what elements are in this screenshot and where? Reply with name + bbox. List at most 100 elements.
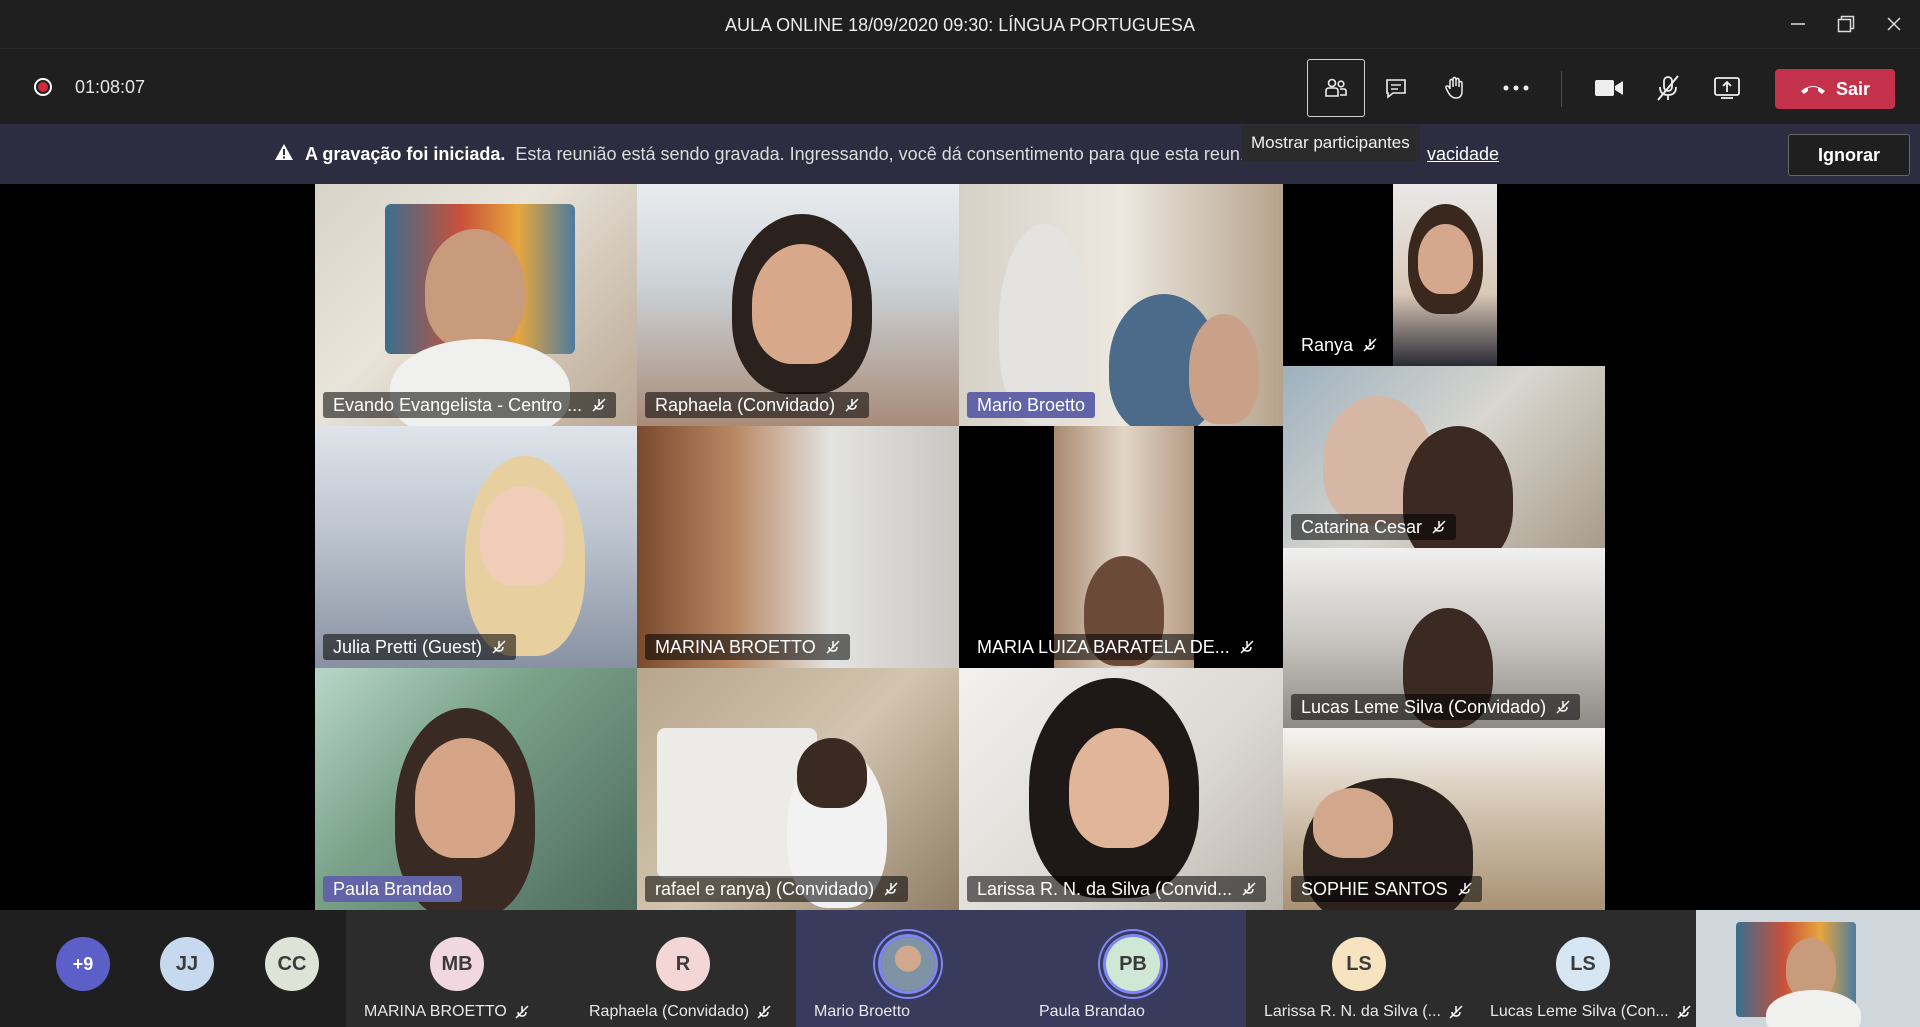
avatar[interactable]: CC <box>265 937 319 991</box>
self-video-preview[interactable] <box>1696 910 1920 1027</box>
raise-hand-button[interactable] <box>1426 59 1484 117</box>
video-tile[interactable]: Paula Brandao <box>315 668 637 910</box>
participant-name: Raphaela (Convidado) <box>589 1003 750 1020</box>
participant-label: MARINA BROETTO <box>364 1003 529 1021</box>
restore-icon <box>1837 15 1855 33</box>
video-tile[interactable]: MARIA LUIZA BARATELA DE... <box>959 426 1283 668</box>
participant-nameplate: Catarina Cesar <box>1291 514 1457 540</box>
participant-slot[interactable]: R Raphaela (Convidado) <box>570 910 796 1027</box>
participant-nameplate: Paula Brandao <box>323 876 463 902</box>
avatar[interactable]: JJ <box>160 937 214 991</box>
video-tile[interactable]: Larissa R. N. da Silva (Convid... <box>959 668 1283 910</box>
mic-off-icon <box>1677 1005 1691 1019</box>
avatar: LS <box>1332 937 1386 991</box>
video-tile[interactable]: Julia Pretti (Guest) <box>315 426 637 668</box>
participant-nameplate: SOPHIE SANTOS <box>1291 876 1482 902</box>
participant-nameplate: Ranya <box>1291 332 1388 358</box>
participant-nameplate: Julia Pretti (Guest) <box>323 634 517 660</box>
video-tile[interactable]: Catarina Cesar <box>1283 366 1605 548</box>
participants-icon <box>1325 78 1347 97</box>
participant-slot[interactable]: Mario Broetto <box>796 910 1020 1027</box>
mic-off-icon <box>1458 882 1472 896</box>
participant-name: Evando Evangelista - Centro ... <box>333 395 583 415</box>
participant-nameplate: Evando Evangelista - Centro ... <box>323 392 617 418</box>
participant-name: MARINA BROETTO <box>655 637 816 657</box>
participant-name: rafael e ranya) (Convidado) <box>655 879 875 899</box>
participant-name: Catarina Cesar <box>1301 517 1423 537</box>
participant-slot[interactable]: LS Larissa R. N. da Silva (... <box>1246 910 1472 1027</box>
participant-name: MARINA BROETTO <box>364 1003 507 1020</box>
participant-name: SOPHIE SANTOS <box>1301 879 1448 899</box>
participant-name: Paula Brandao <box>1039 1003 1145 1020</box>
participant-name: Mario Broetto <box>977 395 1086 415</box>
share-screen-icon <box>1714 77 1740 99</box>
minimize-icon <box>1791 23 1805 25</box>
leave-button[interactable]: Sair <box>1775 69 1895 109</box>
participant-nameplate: MARINA BROETTO <box>645 634 850 660</box>
participant-label: Lucas Leme Silva (Con... <box>1490 1003 1691 1021</box>
participant-slot[interactable]: LS Lucas Leme Silva (Con... <box>1472 910 1696 1027</box>
mic-off-icon <box>1363 338 1377 352</box>
avatar: R <box>656 937 710 991</box>
video-tile[interactable]: MARINA BROETTO <box>637 426 959 668</box>
participant-name: Larissa R. N. da Silva (Convid... <box>977 879 1233 899</box>
mic-off-icon <box>884 882 898 896</box>
participant-name: Larissa R. N. da Silva (... <box>1264 1003 1441 1020</box>
video-tile[interactable]: Evando Evangelista - Centro ... <box>315 184 637 426</box>
show-participants-button[interactable] <box>1307 59 1365 117</box>
chat-icon <box>1386 79 1406 99</box>
avatar: PB <box>1106 937 1160 991</box>
video-tile[interactable]: Lucas Leme Silva (Convidado) <box>1283 548 1605 728</box>
mic-off-icon <box>1556 700 1570 714</box>
warning-icon <box>275 144 293 160</box>
privacy-link[interactable]: vacidade <box>1427 144 1499 165</box>
overflow-participants[interactable]: +9 <box>56 937 110 991</box>
banner-message: Esta reunião está sendo gravada. Ingress… <box>515 144 1288 164</box>
window-title: AULA ONLINE 18/09/2020 09:30: LÍNGUA POR… <box>725 15 1195 35</box>
mic-off-icon <box>1240 640 1254 654</box>
participant-name: Julia Pretti (Guest) <box>333 637 483 657</box>
ignore-button[interactable]: Ignorar <box>1788 134 1910 176</box>
avatar: LS <box>1556 937 1610 991</box>
video-tile[interactable]: SOPHIE SANTOS <box>1283 728 1605 910</box>
minimize-button[interactable] <box>1774 0 1822 48</box>
chat-button[interactable] <box>1367 59 1425 117</box>
camera-icon <box>1595 80 1623 96</box>
video-tile[interactable]: Mario Broetto <box>959 184 1283 426</box>
hand-icon <box>1445 76 1463 99</box>
share-screen-button[interactable] <box>1698 59 1756 117</box>
mic-off-icon <box>492 640 506 654</box>
video-tile[interactable]: Ranya <box>1283 184 1497 366</box>
recording-banner: A gravação foi iniciada. Esta reunião es… <box>0 124 1920 184</box>
close-icon <box>1887 17 1901 31</box>
more-icon <box>1503 85 1529 91</box>
close-window-button[interactable] <box>1870 0 1918 48</box>
leave-label: Sair <box>1835 78 1871 99</box>
video-tile[interactable]: rafael e ranya) (Convidado) <box>637 668 959 910</box>
participant-nameplate: MARIA LUIZA BARATELA DE... <box>967 634 1264 660</box>
video-tile[interactable]: Raphaela (Convidado) <box>637 184 959 426</box>
mic-off-icon <box>592 398 606 412</box>
hang-up-icon <box>1800 86 1825 94</box>
mic-off-icon <box>1657 75 1679 101</box>
camera-button[interactable] <box>1580 59 1638 117</box>
avatar: MB <box>430 937 484 991</box>
participant-nameplate: Larissa R. N. da Silva (Convid... <box>967 876 1267 902</box>
participant-nameplate: Lucas Leme Silva (Convidado) <box>1291 694 1581 720</box>
restore-button[interactable] <box>1822 0 1870 48</box>
participant-label: Mario Broetto <box>814 1003 910 1021</box>
participant-name: Ranya <box>1301 335 1354 355</box>
more-actions-button[interactable] <box>1487 59 1545 117</box>
participant-name: Lucas Leme Silva (Convidado) <box>1301 697 1547 717</box>
banner-title: A gravação foi iniciada. <box>305 144 506 164</box>
participant-slot[interactable]: PB Paula Brandao <box>1020 910 1246 1027</box>
mic-off-icon <box>845 398 859 412</box>
recording-icon <box>34 78 52 96</box>
mic-off-icon <box>1432 520 1446 534</box>
participant-name: MARIA LUIZA BARATELA DE... <box>977 637 1230 657</box>
participant-nameplate: rafael e ranya) (Convidado) <box>645 876 909 902</box>
participant-name: Raphaela (Convidado) <box>655 395 836 415</box>
participant-strip: +9 JJ CC MB MARINA BROETTO R Raphaela (C… <box>0 910 1920 1027</box>
participant-slot[interactable]: MB MARINA BROETTO <box>346 910 570 1027</box>
mic-button[interactable] <box>1639 59 1697 117</box>
